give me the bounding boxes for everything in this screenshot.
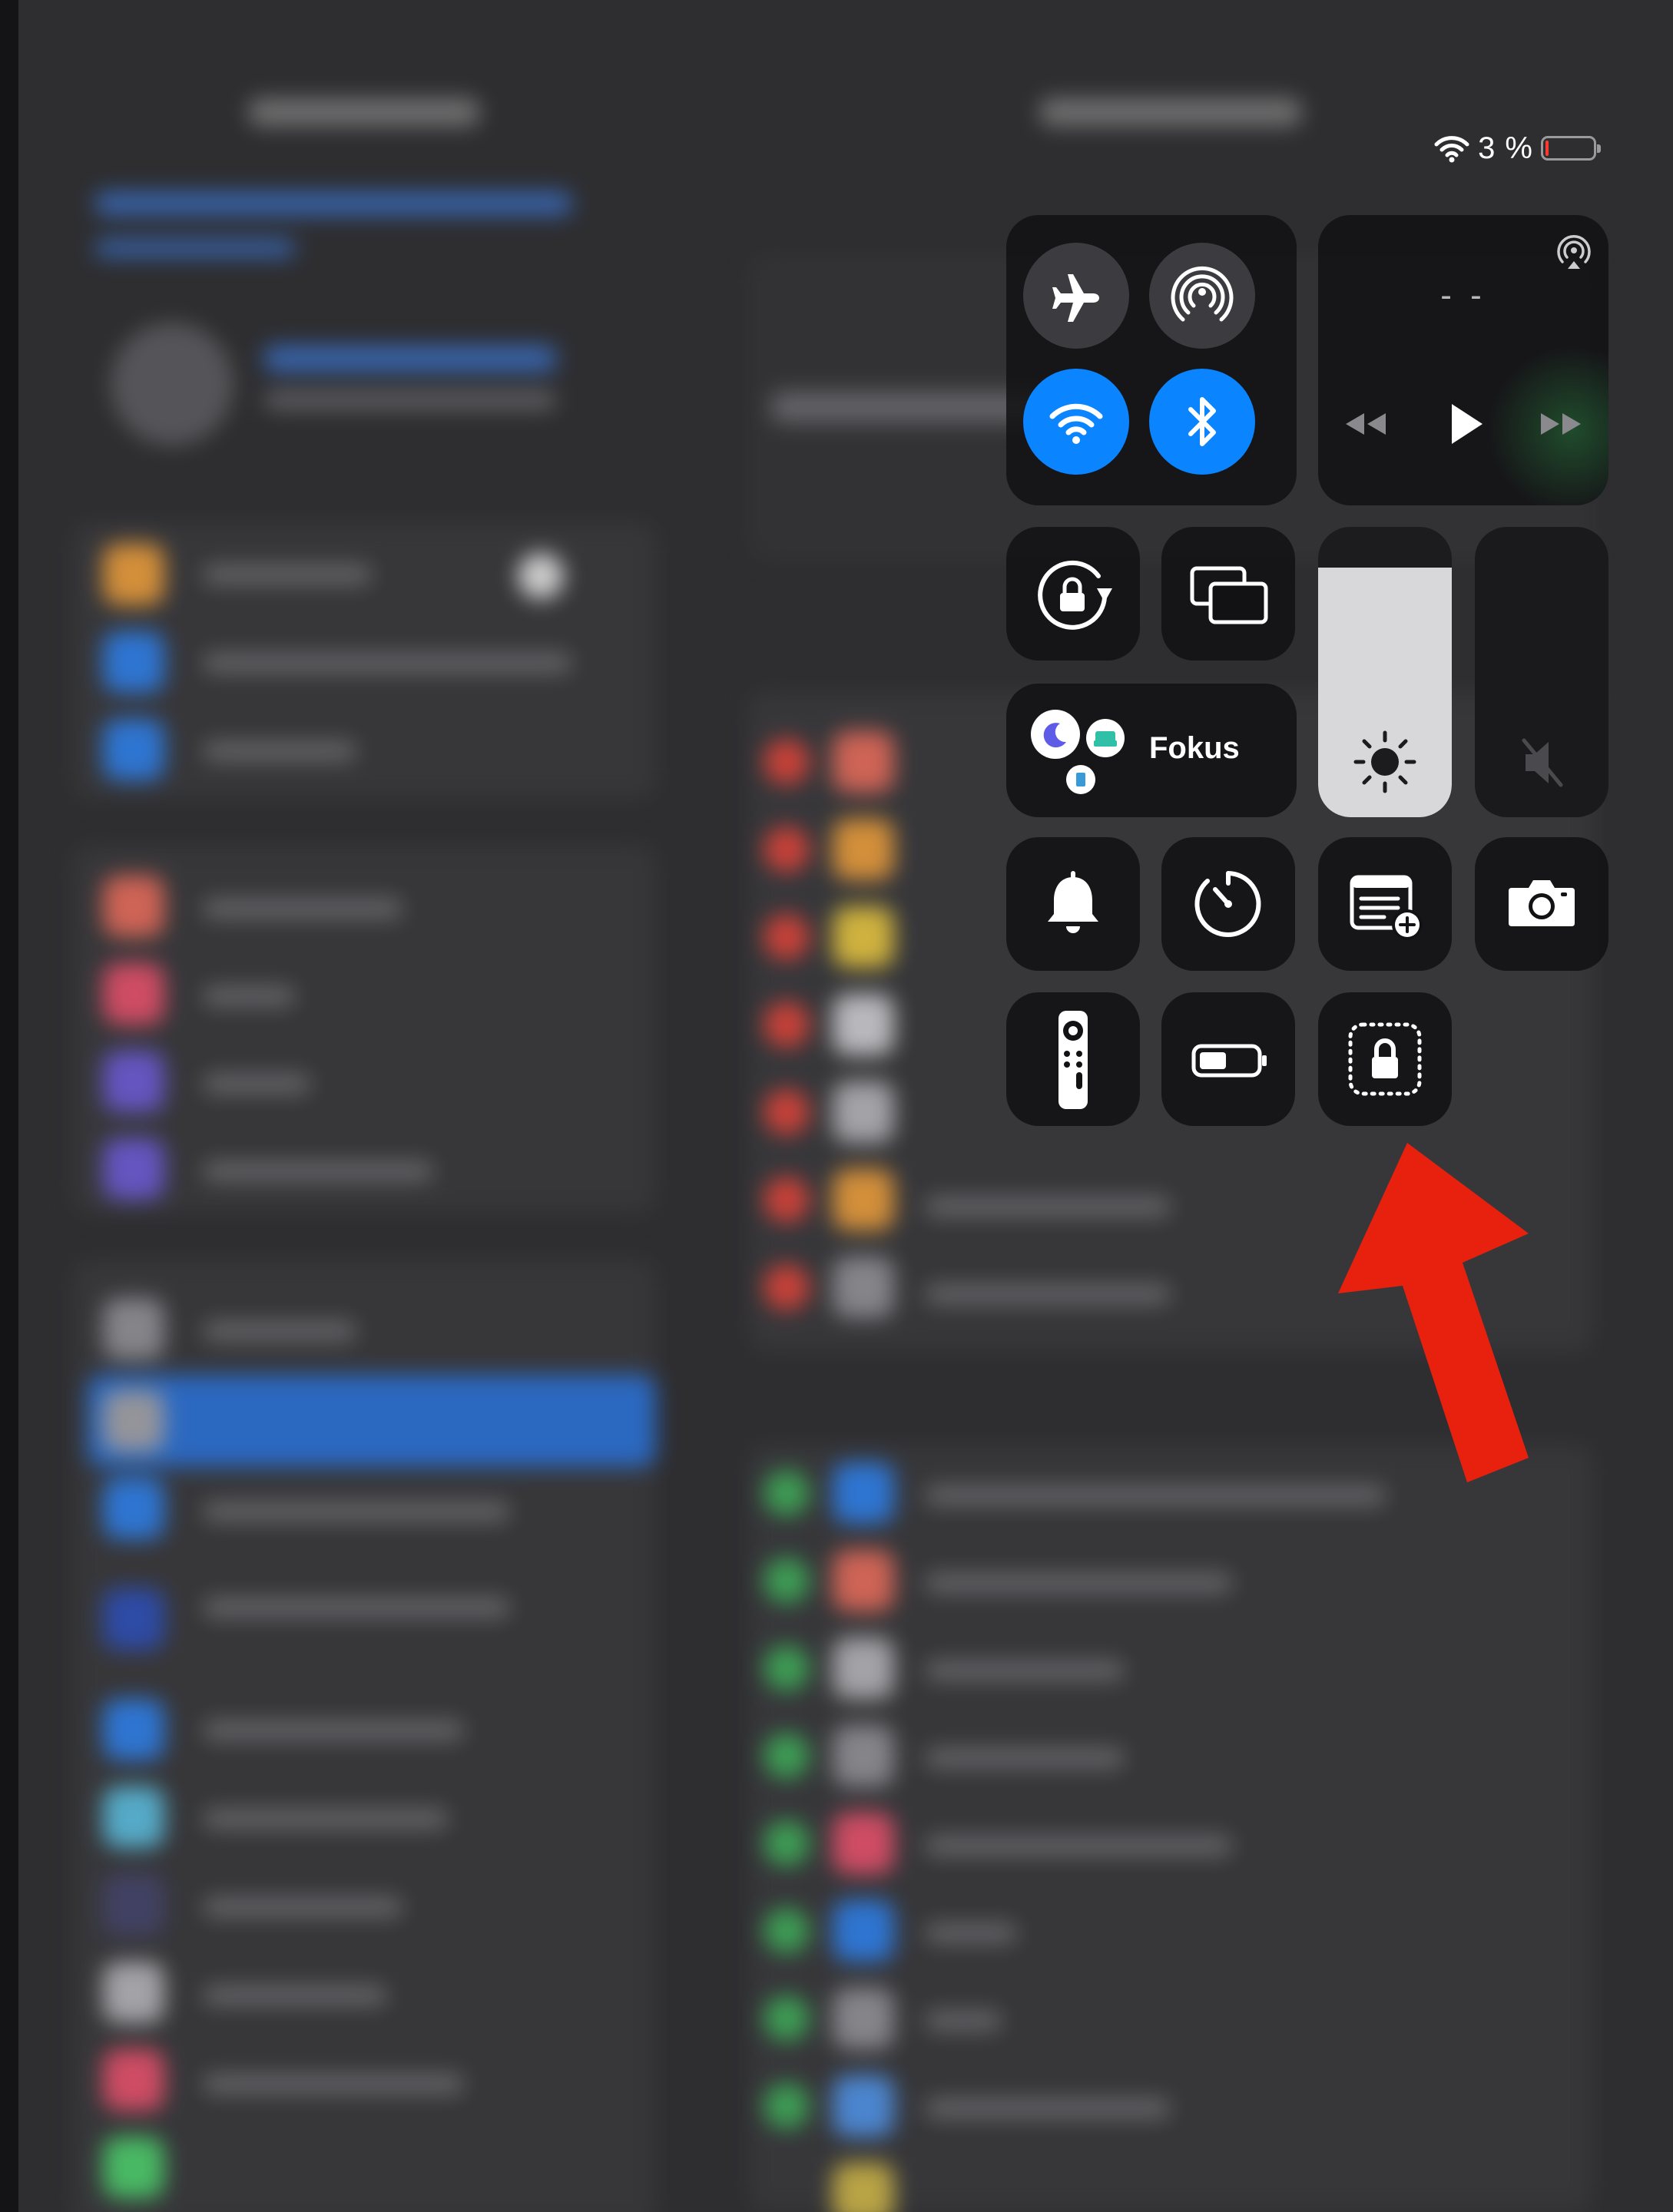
red-arrow-shape — [1338, 1143, 1529, 1482]
screen: 3 % - - Fokus — [18, 0, 1673, 2212]
red-arrow-annotation — [1338, 1143, 1529, 1482]
